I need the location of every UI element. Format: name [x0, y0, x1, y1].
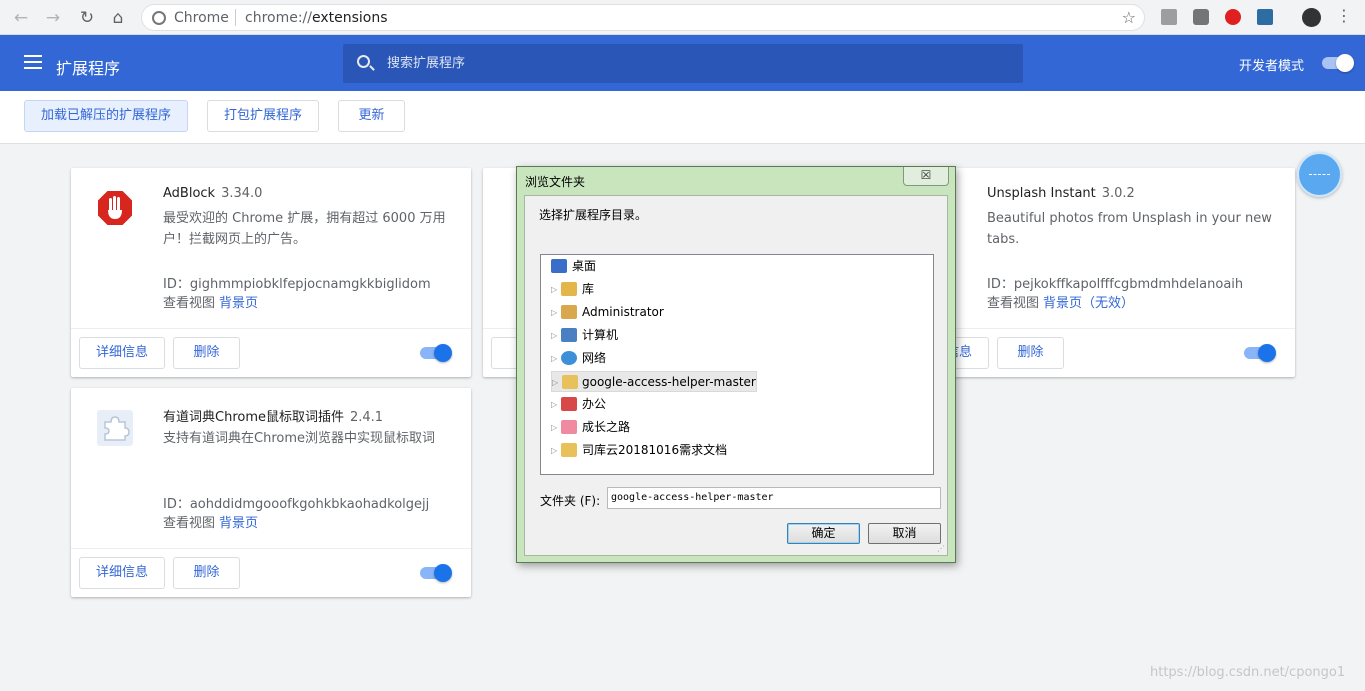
- expand-arrow-icon[interactable]: ▷: [552, 372, 560, 393]
- extension-name: Unsplash Instant 3.0.2: [987, 186, 1135, 201]
- extension-description: Beautiful photos from Unsplash in your n…: [987, 211, 1272, 247]
- card-footer: 详细信息 删除: [71, 328, 471, 377]
- profile-avatar[interactable]: [1302, 8, 1321, 27]
- tree-item-office[interactable]: ▷ 办公: [551, 394, 751, 415]
- ok-button[interactable]: 确定: [787, 523, 860, 544]
- hamburger-menu-icon[interactable]: [24, 55, 42, 69]
- remove-button[interactable]: 删除: [173, 557, 240, 589]
- dialog-title: 浏览文件夹: [525, 175, 586, 189]
- expand-arrow-icon[interactable]: ▷: [551, 440, 559, 461]
- floating-compass-icon[interactable]: [1297, 152, 1342, 197]
- enable-toggle[interactable]: [420, 344, 452, 362]
- details-button[interactable]: 详细信息: [79, 337, 165, 369]
- dialog-body: 选择扩展程序目录。 桌面 ▷ 库 ▷ Administrator ▷ 计算机 ▷…: [524, 195, 948, 556]
- background-page-link[interactable]: 背景页: [219, 516, 258, 531]
- extension-id: ID：pejkokffkapolfffcgbmdmhdelanoaih: [987, 277, 1244, 292]
- dev-mode-label: 开发者模式: [1239, 59, 1305, 74]
- extension-id: ID：aohddidmgooofkgohkbkaohadkolgejj: [163, 497, 430, 512]
- site-label: Chrome: [174, 10, 229, 26]
- camera-icon[interactable]: [1193, 9, 1209, 25]
- user-folder-icon: [561, 305, 577, 319]
- extension-description: 支持有道词典在Chrome浏览器中实现鼠标取词: [163, 431, 435, 446]
- more-menu-icon[interactable]: ⋮: [1336, 6, 1352, 25]
- browser-toolbar: ← → ↻ ⌂ Chrome chrome://extensions ☆ ⋮: [0, 0, 1365, 35]
- tree-item-desktop[interactable]: 桌面: [549, 256, 749, 277]
- tree-item-computer[interactable]: ▷ 计算机: [551, 325, 751, 346]
- expand-arrow-icon[interactable]: ▷: [551, 417, 559, 438]
- extension-name: AdBlock 3.34.0: [163, 186, 263, 201]
- reload-icon[interactable]: ↻: [76, 7, 98, 29]
- inspect-views: 查看视图 背景页: [163, 296, 259, 311]
- browse-folder-dialog: 浏览文件夹 ☒ 选择扩展程序目录。 桌面 ▷ 库 ▷ Administrator…: [516, 166, 956, 563]
- library-icon: [561, 282, 577, 296]
- desktop-icon: [551, 259, 567, 273]
- address-bar[interactable]: Chrome chrome://extensions ☆: [141, 4, 1145, 31]
- page-title: 扩展程序: [56, 59, 121, 78]
- expand-arrow-icon[interactable]: ▷: [551, 302, 559, 323]
- chrome-site-icon: [152, 11, 166, 25]
- resize-grip-icon[interactable]: ⋰: [937, 544, 945, 553]
- folder-label: 文件夹 (F):: [540, 494, 601, 508]
- folder-icon: [562, 375, 578, 389]
- folder-icon: [561, 443, 577, 457]
- search-icon: [357, 55, 370, 68]
- inspect-views: 查看视图 背景页: [163, 516, 259, 531]
- tree-item-growth[interactable]: ▷ 成长之路: [551, 417, 751, 438]
- puzzle-piece-icon: [97, 410, 133, 446]
- folder-tree[interactable]: 桌面 ▷ 库 ▷ Administrator ▷ 计算机 ▷ 网络 ▷ goog…: [540, 254, 934, 475]
- extension-description: 最受欢迎的 Chrome 扩展，拥有超过 6000 万用户！拦截网页上的广告。: [163, 211, 446, 247]
- address-divider: [235, 9, 236, 26]
- card-footer: 详细信息 删除: [71, 548, 471, 597]
- network-icon: [561, 351, 577, 365]
- search-box[interactable]: [343, 44, 1023, 83]
- inspect-views: 查看视图 背景页（无效）: [987, 296, 1135, 311]
- address-url: chrome://extensions: [245, 10, 388, 26]
- tree-item-network[interactable]: ▷ 网络: [551, 348, 751, 369]
- dialog-close-button[interactable]: ☒: [903, 167, 949, 186]
- forward-arrow-icon[interactable]: →: [42, 7, 64, 29]
- update-button[interactable]: 更新: [338, 100, 405, 132]
- enable-toggle[interactable]: [1244, 344, 1276, 362]
- adblock-toolbar-icon[interactable]: [1225, 9, 1241, 25]
- background-page-link[interactable]: 背景页: [219, 296, 258, 311]
- pack-extension-button[interactable]: 打包扩展程序: [207, 100, 319, 132]
- extension-name: 有道词典Chrome鼠标取词插件 2.4.1: [163, 410, 384, 425]
- extension-id: ID：gighmmpiobklfepjocnamgkkbiglidom: [163, 277, 431, 292]
- adblock-hand-icon: [96, 189, 134, 227]
- background-page-link[interactable]: 背景页（无效）: [1043, 296, 1134, 311]
- home-icon[interactable]: ⌂: [107, 7, 129, 29]
- cancel-button[interactable]: 取消: [868, 523, 941, 544]
- expand-arrow-icon[interactable]: ▷: [551, 279, 559, 300]
- details-button[interactable]: 详细信息: [79, 557, 165, 589]
- extension-download-icon[interactable]: [1161, 9, 1177, 25]
- computer-icon: [561, 328, 577, 342]
- expand-arrow-icon[interactable]: ▷: [551, 348, 559, 369]
- pig-folder-icon: [561, 420, 577, 434]
- remove-button[interactable]: 删除: [997, 337, 1064, 369]
- folder-input[interactable]: google-access-helper-master: [607, 487, 941, 509]
- tree-item-library[interactable]: ▷ 库: [551, 279, 751, 300]
- back-arrow-icon[interactable]: ←: [10, 7, 32, 29]
- bookmark-star-icon[interactable]: ☆: [1122, 8, 1136, 27]
- s-extension-icon[interactable]: [1257, 9, 1273, 25]
- extension-card-adblock: AdBlock 3.34.0 最受欢迎的 Chrome 扩展，拥有超过 6000 …: [71, 168, 471, 377]
- dev-mode-toggle[interactable]: [1322, 54, 1354, 72]
- tree-item-google-access-helper[interactable]: ▷ google-access-helper-master: [551, 371, 757, 392]
- extension-card-youdao: 有道词典Chrome鼠标取词插件 2.4.1 支持有道词典在Chrome浏览器中实…: [71, 388, 471, 597]
- extensions-header: 扩展程序 开发者模式: [0, 35, 1365, 91]
- expand-arrow-icon[interactable]: ▷: [551, 325, 559, 346]
- crab-folder-icon: [561, 397, 577, 411]
- load-unpacked-button[interactable]: 加载已解压的扩展程序: [24, 100, 188, 132]
- enable-toggle[interactable]: [420, 564, 452, 582]
- search-input[interactable]: [387, 53, 987, 73]
- tree-item-requirements[interactable]: ▷ 司库云20181016需求文档: [551, 440, 791, 461]
- dialog-prompt: 选择扩展程序目录。: [539, 208, 648, 222]
- expand-arrow-icon[interactable]: ▷: [551, 394, 559, 415]
- watermark: https://blog.csdn.net/cpongo1: [1150, 665, 1346, 680]
- tree-item-administrator[interactable]: ▷ Administrator: [551, 302, 751, 323]
- remove-button[interactable]: 删除: [173, 337, 240, 369]
- extensions-toolbar: 加载已解压的扩展程序 打包扩展程序 更新: [0, 91, 1365, 144]
